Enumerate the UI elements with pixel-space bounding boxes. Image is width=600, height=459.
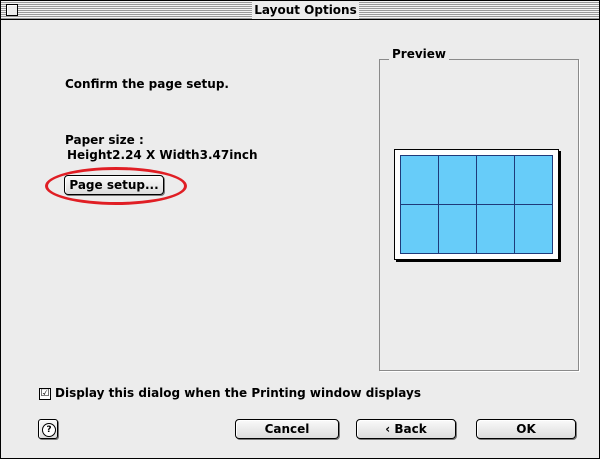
preview-cell (515, 156, 552, 204)
close-box[interactable] (6, 4, 18, 16)
layout-options-dialog: Layout Options Confirm the page setup. P… (0, 0, 600, 459)
page-setup-button[interactable]: Page setup... (64, 175, 164, 195)
preview-cell (515, 205, 552, 253)
help-button[interactable]: ? (38, 419, 58, 439)
paper-size-value: Height2.24 X Width3.47inch (67, 148, 258, 162)
question-icon: ? (42, 423, 56, 437)
title-bar[interactable]: Layout Options (1, 1, 599, 20)
preview-paper (394, 149, 559, 260)
preview-cell (477, 205, 514, 253)
preview-cell (477, 156, 514, 204)
display-dialog-checkbox[interactable]: ☑ (39, 388, 51, 400)
preview-cell (401, 205, 438, 253)
cancel-button[interactable]: Cancel (235, 419, 339, 439)
window-title: Layout Options (252, 1, 359, 19)
preview-cell (439, 205, 476, 253)
ok-button[interactable]: OK (476, 419, 576, 439)
preview-cell (401, 156, 438, 204)
preview-grid (400, 155, 553, 254)
display-dialog-label[interactable]: Display this dialog when the Printing wi… (55, 386, 421, 400)
paper-size-label: Paper size : (65, 133, 144, 147)
preview-label: Preview (389, 47, 450, 61)
back-button[interactable]: ‹ Back (356, 419, 456, 439)
preview-cell (439, 156, 476, 204)
instruction-text: Confirm the page setup. (65, 77, 229, 91)
